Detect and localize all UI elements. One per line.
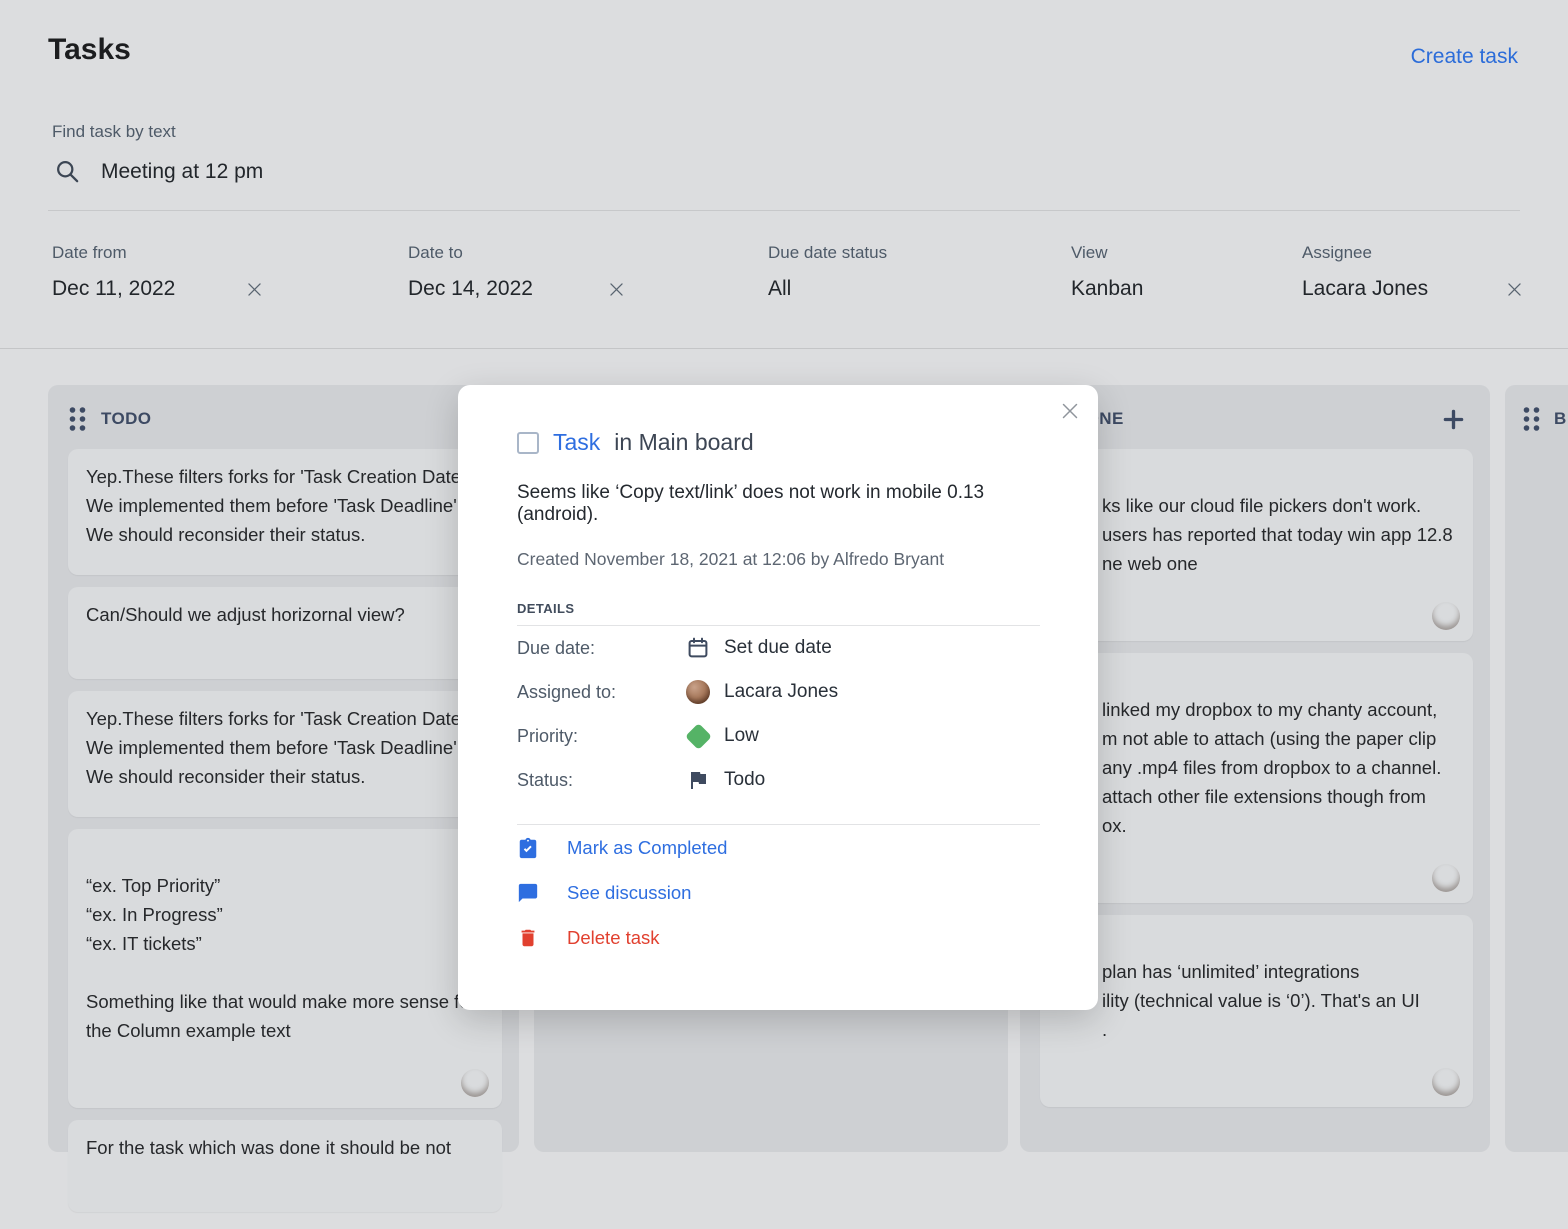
task-card[interactable]: Can/Should we adjust horizornal view? — [68, 587, 502, 679]
column-title: B — [1554, 409, 1567, 429]
add-card-button[interactable] — [1441, 407, 1466, 432]
filter-label: Assignee — [1302, 243, 1524, 263]
search-input[interactable]: Meeting at 12 pm — [54, 158, 263, 185]
drag-handle-icon[interactable] — [68, 406, 87, 432]
task-checkbox[interactable] — [517, 432, 539, 454]
clear-date-from-icon[interactable] — [245, 280, 264, 299]
task-description: Seems like ‘Copy text/link’ does not wor… — [517, 482, 1040, 526]
filter-date-from[interactable]: Date from Dec 11, 2022 — [52, 243, 264, 301]
set-due-date-button[interactable]: Set due date — [724, 637, 832, 659]
task-card[interactable]: Yep.These filters forks for 'Task Creati… — [68, 449, 502, 575]
task-details-modal: Task in Main board Seems like ‘Copy text… — [458, 385, 1098, 1010]
detail-row-status: Status: Todo — [517, 758, 1040, 802]
filter-label: Date to — [408, 243, 626, 263]
search-label: Find task by text — [52, 122, 176, 142]
detail-label: Due date: — [517, 638, 685, 659]
drag-handle-icon[interactable] — [1522, 406, 1541, 432]
detail-row-assigned: Assigned to: Lacara Jones — [517, 670, 1040, 714]
avatar — [686, 680, 710, 704]
header-divider — [48, 210, 1520, 211]
filter-date-to[interactable]: Date to Dec 14, 2022 — [408, 243, 626, 301]
filter-value[interactable]: All — [768, 277, 791, 301]
mark-completed-button[interactable]: Mark as Completed — [517, 825, 1040, 870]
modal-title: in Main board — [614, 429, 753, 456]
detail-label: Priority: — [517, 726, 685, 747]
filter-due-date-status[interactable]: Due date status All — [768, 243, 928, 301]
page-title: Tasks — [48, 33, 131, 67]
detail-row-due-date: Due date: Set due date — [517, 626, 1040, 670]
chat-icon — [517, 882, 539, 904]
task-card[interactable]: “ex. Top Priority” “ex. In Progress” “ex… — [68, 829, 502, 1108]
detail-row-priority: Priority: Low — [517, 714, 1040, 758]
column-title: TODO — [101, 409, 151, 429]
filter-assignee[interactable]: Assignee Lacara Jones — [1302, 243, 1524, 301]
clear-date-to-icon[interactable] — [607, 280, 626, 299]
task-link[interactable]: Task — [553, 429, 600, 456]
detail-label: Assigned to: — [517, 682, 685, 703]
task-card[interactable]: ks like our cloud file pickers don't wor… — [1040, 449, 1473, 641]
filter-label: Date from — [52, 243, 264, 263]
status-value[interactable]: Todo — [724, 769, 765, 791]
assignee-name[interactable]: Lacara Jones — [724, 681, 838, 703]
task-card[interactable]: plan has ‘unlimited’ integrations ility … — [1040, 915, 1473, 1107]
priority-diamond-icon — [685, 727, 711, 746]
column-todo: TODO Yep.These filters forks for 'Task C… — [48, 385, 519, 1152]
search-value[interactable]: Meeting at 12 pm — [101, 160, 263, 184]
calendar-icon — [685, 636, 711, 660]
filter-value[interactable]: Dec 11, 2022 — [52, 277, 175, 301]
details-heading: DETAILS — [517, 601, 1040, 616]
task-card[interactable]: Yep.These filters forks for 'Task Creati… — [68, 691, 502, 817]
avatar — [1432, 602, 1460, 630]
filters-divider — [0, 348, 1568, 349]
task-card[interactable]: linked my dropbox to my chanty account, … — [1040, 653, 1473, 903]
detail-label: Status: — [517, 770, 685, 791]
avatar — [1432, 1068, 1460, 1096]
delete-task-button[interactable]: Delete task — [517, 915, 1040, 960]
clipboard-check-icon — [517, 837, 539, 859]
see-discussion-button[interactable]: See discussion — [517, 870, 1040, 915]
filter-label: View — [1071, 243, 1231, 263]
search-icon — [54, 158, 81, 185]
close-icon[interactable] — [1058, 399, 1082, 423]
task-created-meta: Created November 18, 2021 at 12:06 by Al… — [517, 549, 1040, 570]
filter-value[interactable]: Kanban — [1071, 277, 1143, 301]
filter-value[interactable]: Dec 14, 2022 — [408, 277, 533, 301]
avatar — [1432, 864, 1460, 892]
filter-value[interactable]: Lacara Jones — [1302, 277, 1428, 301]
task-card[interactable]: For the task which was done it should be… — [68, 1120, 502, 1212]
trash-icon — [517, 927, 539, 949]
avatar — [461, 1069, 489, 1097]
filter-view[interactable]: View Kanban — [1071, 243, 1231, 301]
column-partial: B — [1505, 385, 1568, 1152]
filter-label: Due date status — [768, 243, 928, 263]
flag-icon — [685, 768, 711, 792]
clear-assignee-icon[interactable] — [1505, 280, 1524, 299]
create-task-button[interactable]: Create task — [1411, 45, 1518, 69]
priority-value[interactable]: Low — [724, 725, 759, 747]
